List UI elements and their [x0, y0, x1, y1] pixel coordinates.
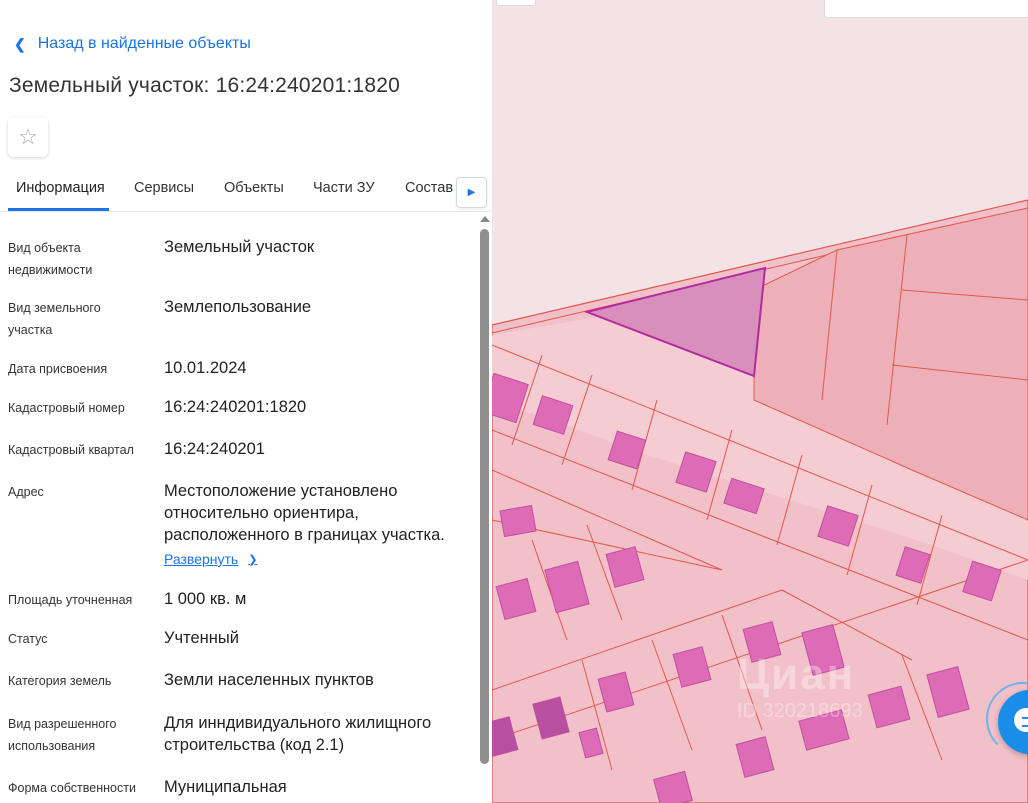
map-view[interactable]: Циан ID 320218693	[492, 0, 1028, 803]
tab-services[interactable]: Сервисы	[134, 180, 194, 196]
info-label: Вид объекта недвижимости	[8, 241, 93, 277]
info-panel: ❮ Назад в найденные объекты Земельный уч…	[0, 0, 492, 803]
info-value: Земли населенных пунктов	[164, 671, 374, 689]
info-label: Дата присвоения	[8, 362, 108, 376]
info-value: 1 000 кв. м	[164, 590, 247, 608]
back-link[interactable]: ❮ Назад в найденные объекты	[14, 35, 251, 53]
info-value: 16:24:240201	[164, 440, 265, 458]
page-title: Земельный участок: 16:24:240201:1820	[9, 74, 400, 97]
info-label: Вид земельного участка	[8, 301, 101, 337]
scroll-up-arrow[interactable]	[480, 216, 490, 222]
active-tab-indicator	[8, 208, 109, 211]
info-label: Статус	[8, 632, 48, 646]
info-label: Площадь уточненная	[8, 593, 133, 607]
expand-address-link[interactable]: Развернуть ❯	[164, 551, 257, 567]
watermark-id: ID 320218693	[737, 700, 863, 722]
info-label: Кадастровый номер	[8, 401, 125, 415]
tab-parts[interactable]: Части ЗУ	[313, 180, 375, 196]
info-value: 16:24:240201:1820	[164, 398, 307, 416]
scrollbar-thumb[interactable]	[480, 229, 489, 764]
info-label: Вид разрешенного использования	[8, 717, 117, 753]
tab-bar: Информация Сервисы Объекты Части ЗУ Сост…	[0, 172, 492, 212]
map-search-box[interactable]	[824, 0, 1028, 18]
info-value: Землепользование	[164, 298, 312, 316]
info-label: Адрес	[8, 485, 44, 499]
info-value: Для инндивидуального жилищного строитель…	[164, 714, 432, 754]
info-label: Категория земель	[8, 674, 112, 688]
info-label: Форма собственности	[8, 781, 136, 795]
chat-icon	[1014, 708, 1028, 732]
map-control-button[interactable]	[496, 0, 536, 6]
tab-information[interactable]: Информация	[16, 180, 105, 196]
tab-objects[interactable]: Объекты	[224, 180, 284, 196]
info-value: Земельный участок	[164, 238, 315, 256]
chevron-down-icon: ❯	[248, 553, 258, 566]
watermark-logo: Циан	[737, 650, 856, 699]
info-value: Муниципальная	[164, 778, 287, 796]
chevron-left-icon: ❮	[14, 35, 26, 52]
info-label: Кадастровый квартал	[8, 443, 134, 457]
back-link-label: Назад в найденные объекты	[37, 35, 251, 52]
info-value: 10.01.2024	[164, 359, 247, 377]
address-value: Местоположение установлено относительно …	[164, 482, 445, 544]
expand-label: Развернуть	[164, 551, 239, 567]
tab-composition[interactable]: Состав	[405, 180, 453, 196]
star-outline-icon: ☆	[18, 124, 38, 149]
favorite-button[interactable]: ☆	[8, 117, 48, 157]
caret-right-icon: ▶	[467, 187, 476, 198]
tabs-next-button[interactable]: ▶	[456, 177, 487, 208]
info-value: Учтенный	[164, 629, 239, 647]
